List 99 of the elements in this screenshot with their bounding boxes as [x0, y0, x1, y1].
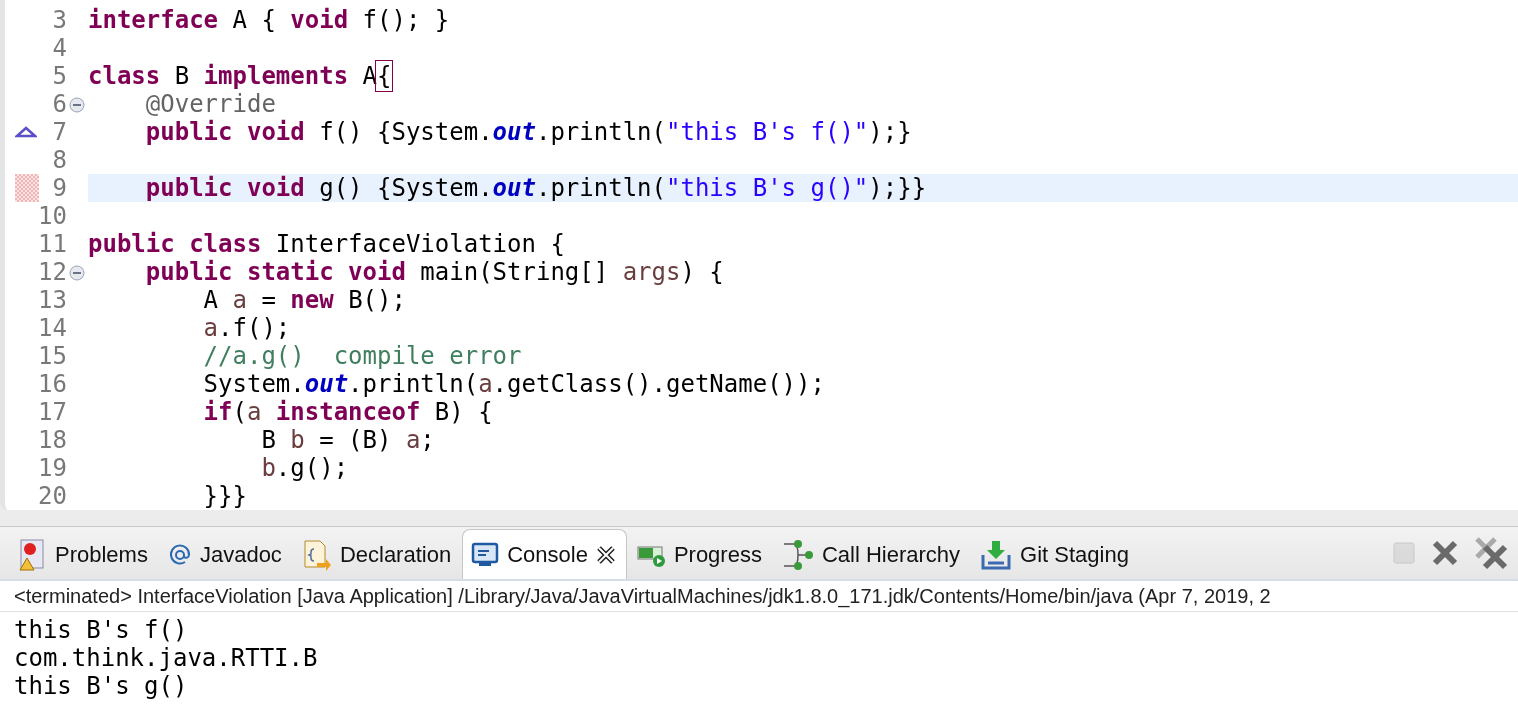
- hierarchy-icon: [781, 537, 814, 572]
- code-token: a: [203, 314, 219, 342]
- view-tab[interactable]: Call Hierarchy: [772, 529, 972, 579]
- code-token: class: [189, 230, 262, 258]
- code-token: B) {: [434, 398, 493, 426]
- code-token: B: [174, 62, 190, 90]
- code-token: g() {System.: [319, 174, 493, 202]
- code-token: = (B): [319, 426, 392, 454]
- line-number: 10: [38, 202, 67, 230]
- code-token: //a.g() compile error: [203, 342, 522, 370]
- line-number: 15: [38, 342, 67, 370]
- code-token: =: [261, 286, 276, 314]
- line-number: 12: [38, 258, 67, 286]
- code-token: public: [145, 174, 233, 202]
- code-token: a: [232, 286, 247, 314]
- code-token: System.: [203, 370, 305, 398]
- console-output-line: this B's g(): [14, 672, 189, 700]
- line-number: 20: [38, 482, 67, 510]
- code-token: A {: [232, 6, 276, 34]
- code-token: void: [246, 174, 305, 202]
- code-token: ;: [420, 426, 435, 454]
- code-token: (: [232, 398, 247, 426]
- code-token: a: [405, 426, 421, 454]
- code-token: out: [492, 118, 536, 146]
- code-token: a: [246, 398, 262, 426]
- at-sign-icon: [167, 542, 192, 567]
- code-token: implements: [203, 62, 349, 90]
- code-token: "this B's f()": [666, 118, 869, 146]
- line-number: 13: [38, 286, 67, 314]
- code-token: if: [203, 398, 233, 426]
- console-output-line: com.think.java.RTTI.B: [14, 644, 319, 672]
- view-tab[interactable]: Declaration: [292, 529, 463, 579]
- line-number: 19: [38, 454, 67, 482]
- code-token: B: [261, 426, 276, 454]
- code-token: ) {: [680, 258, 724, 286]
- code-token: main(String[]: [420, 258, 609, 286]
- code-token: b: [261, 454, 276, 482]
- code-token: .f();: [218, 314, 291, 342]
- code-token: .println(: [348, 370, 479, 398]
- code-token: instanceof: [275, 398, 421, 426]
- remove-all-icon[interactable]: [1474, 536, 1508, 570]
- code-token: void: [348, 258, 406, 286]
- code-token: InterfaceViolation {: [275, 230, 565, 258]
- code-token: static: [246, 258, 334, 286]
- remove-icon[interactable]: [1430, 538, 1460, 568]
- line-number: 17: [38, 398, 67, 426]
- download-tray-icon: [980, 538, 1013, 571]
- code-token: f() {System.: [319, 118, 493, 146]
- close-icon[interactable]: [595, 544, 616, 565]
- code-token: class: [88, 62, 161, 90]
- code-token: args: [622, 258, 681, 286]
- line-number: 4: [52, 34, 67, 62]
- code-token: A: [203, 286, 219, 314]
- code-token: void: [246, 118, 305, 146]
- monitor-icon: [471, 540, 500, 569]
- view-tab[interactable]: Javadoc: [158, 529, 293, 579]
- line-number: 5: [52, 62, 67, 90]
- code-token: "this B's g()": [666, 174, 869, 202]
- line-number: 16: [38, 370, 67, 398]
- code-token: );}: [868, 118, 912, 146]
- code-editor[interactable]: [0, 0, 1518, 511]
- view-tab[interactable]: Console: [462, 529, 627, 579]
- line-number: 11: [38, 230, 67, 258]
- line-number: 18: [38, 426, 67, 454]
- view-tab[interactable]: Problems: [8, 529, 159, 579]
- problems-icon: [17, 537, 47, 572]
- document-arrow-icon: [301, 538, 332, 571]
- console-status-line: <terminated> InterfaceViolation [Java Application] /Library/Java/JavaVirtualMachines/jdk1.8.0_171.jdk/Contents/Home/bin/java (Apr 7, 2019, 2: [0, 581, 1518, 612]
- line-number: 7: [52, 118, 67, 146]
- line-number: 8: [52, 146, 67, 174]
- view-tab[interactable]: Progress: [626, 529, 773, 579]
- code-token: a: [478, 370, 493, 398]
- line-number: 14: [38, 314, 67, 342]
- line-number: 9: [52, 174, 67, 202]
- matched-bracket: {: [377, 62, 392, 90]
- code-token: .g();: [275, 454, 349, 482]
- code-token: void: [290, 6, 349, 34]
- code-token: .println(: [535, 174, 666, 202]
- code-token: .println(: [535, 118, 666, 146]
- code-token: }}}: [203, 482, 247, 510]
- code-token: .getClass().getName());: [492, 370, 825, 398]
- code-token: out: [492, 174, 536, 202]
- line-number: 6: [52, 90, 67, 118]
- collapse-icon[interactable]: [69, 265, 85, 281]
- code-token: b: [290, 426, 305, 454]
- code-token: public: [145, 118, 233, 146]
- code-token: interface: [88, 6, 219, 34]
- console-output-line: this B's f(): [14, 616, 189, 644]
- code-token: f(); }: [362, 6, 450, 34]
- code-token: new: [290, 286, 334, 314]
- code-token: public: [145, 258, 233, 286]
- line-number: 3: [52, 6, 67, 34]
- view-tab[interactable]: Git Staging: [971, 529, 1140, 579]
- collapse-icon[interactable]: [69, 97, 85, 113]
- code-token: out: [304, 370, 349, 398]
- code-token: @Override: [145, 90, 276, 118]
- code-token: );}}: [868, 174, 927, 202]
- code-token: public: [88, 230, 175, 258]
- code-token: B();: [348, 286, 406, 314]
